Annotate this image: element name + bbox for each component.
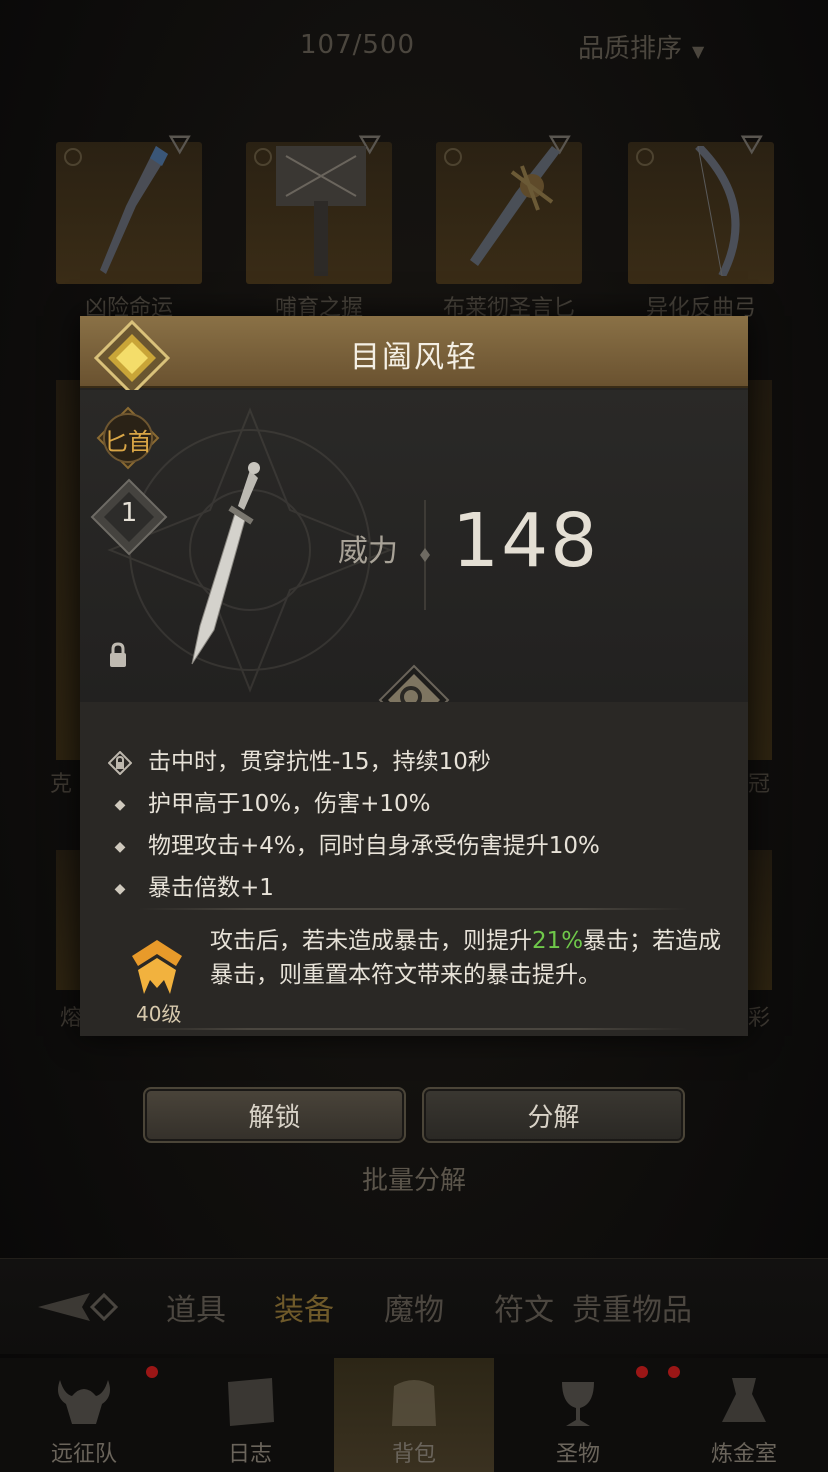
attribute-item: ◆ 护甲高于10%，伤害+10% — [108, 784, 431, 818]
tab-monsters[interactable]: 魔物 — [384, 1285, 444, 1329]
diamond-bullet-icon: ◆ — [114, 796, 126, 813]
item-name: 冠 — [748, 772, 771, 797]
diamond-bullet-icon: ◆ — [114, 838, 126, 855]
rune-description: 攻击后，若未造成暴击，则提升21%暴击；若造成暴击，则重置本符文带来的暴击提升。 — [210, 928, 722, 988]
journal-icon — [228, 1378, 274, 1426]
divider — [138, 1028, 688, 1030]
attribute-text: 护甲高于10%，伤害+10% — [148, 791, 431, 817]
lock-icon[interactable] — [108, 642, 128, 668]
separator — [420, 500, 430, 610]
attribute-text: 击中时，贯穿抗性-15，持续10秒 — [148, 749, 491, 775]
item-level: 1 — [120, 498, 138, 528]
rune-highlight: 21% — [532, 928, 584, 954]
inventory-count: 107/500 — [300, 30, 416, 60]
dagger-icon — [470, 146, 560, 266]
attribute-item: ◆ 物理攻击+4%，同时自身承受伤害提升10% — [108, 826, 600, 860]
inventory-item-card[interactable]: ⛛ — [246, 128, 392, 284]
sort-label: 品质排序 — [578, 34, 683, 64]
dagger-icon — [191, 462, 260, 665]
item-name: 熔 — [60, 1006, 83, 1031]
nav-label: 背包 — [391, 1442, 436, 1467]
power-value: 148 — [452, 498, 600, 584]
bow-icon — [695, 146, 740, 276]
nav-journal[interactable]: 日志 — [170, 1358, 330, 1472]
attribute-text: 暴击倍数+1 — [148, 875, 274, 901]
attribute-text: 物理攻击+4%，同时自身承受伤害提升10% — [148, 833, 600, 859]
inventory-item-card[interactable]: ⛛ — [628, 128, 774, 284]
divider — [138, 908, 688, 910]
tab-items[interactable]: 道具 — [166, 1285, 226, 1329]
item-name: 克 — [50, 772, 73, 797]
locked-attribute-icon — [108, 750, 132, 775]
tab-runes[interactable]: 符文 — [494, 1285, 554, 1329]
tab-valuables[interactable]: 贵重物品 — [572, 1285, 692, 1329]
weapon-type: 匕首 — [104, 428, 152, 456]
category-tabs: 道具 装备 魔物 符文 贵重物品 — [0, 1258, 828, 1354]
nav-label: 日志 — [227, 1442, 272, 1467]
item-title: 目阖风轻 — [350, 340, 478, 375]
nav-label: 炼金室 — [710, 1442, 777, 1467]
inventory-item-card[interactable]: ⛛ — [436, 128, 582, 284]
nav-alchemy[interactable]: 炼金室 — [664, 1358, 824, 1472]
nav-label: 远征队 — [50, 1442, 117, 1467]
tab-equipment[interactable]: 装备 — [274, 1285, 334, 1329]
rune-icon — [132, 940, 182, 994]
item-hero: 匕首 1 威力 148 — [80, 390, 748, 702]
diamond-bullet-icon: ◆ — [114, 880, 126, 897]
item-name: 彩 — [748, 1006, 771, 1031]
back-arrow-icon[interactable] — [30, 1277, 130, 1337]
attribute-list: 击中时，贯穿抗性-15，持续10秒 ◆ 护甲高于10%，伤害+10% ◆ 物理攻击+… — [80, 702, 748, 1036]
unlock-button[interactable]: 解锁 — [143, 1087, 406, 1143]
nav-backpack[interactable]: 背包 — [334, 1358, 494, 1472]
item-detail-modal: 目阖风轻 匕首 1 威力 148 击中时，贯穿抗性-15，持续10秒 ◆ 护甲高… — [80, 316, 748, 1036]
backpack-icon — [392, 1380, 436, 1426]
attribute-item: 击中时，贯穿抗性-15，持续10秒 — [108, 742, 491, 776]
nav-relics[interactable]: 圣物 — [498, 1358, 658, 1472]
batch-decompose-button[interactable]: 批量分解 — [278, 1148, 550, 1208]
nav-expedition[interactable]: 远征队 — [4, 1358, 164, 1472]
chevron-down-icon: ▼ — [692, 42, 705, 61]
hammer-icon — [276, 146, 366, 276]
dagger-icon — [100, 146, 168, 274]
notification-dot — [146, 1366, 158, 1378]
viking-helmet-icon — [58, 1380, 110, 1424]
power-label: 威力 — [338, 534, 398, 569]
inventory-topbar: 107/500 品质排序 ▼ — [0, 22, 828, 72]
nav-label: 圣物 — [555, 1442, 600, 1467]
sort-dropdown[interactable]: 品质排序 ▼ — [578, 28, 704, 65]
alchemy-icon — [722, 1378, 766, 1422]
modal-header: 目阖风轻 — [80, 316, 748, 396]
notification-dot — [668, 1366, 680, 1378]
inventory-item-card[interactable]: ⛛ — [56, 128, 202, 284]
attribute-item: ◆ 暴击倍数+1 — [108, 868, 274, 902]
bottom-nav: 远征队 日志 背包 圣物 炼金室 — [0, 1358, 828, 1472]
notification-dot — [636, 1366, 648, 1378]
chalice-icon — [562, 1382, 594, 1426]
decompose-button[interactable]: 分解 — [422, 1087, 685, 1143]
rune-level: 40级 — [136, 1002, 182, 1026]
